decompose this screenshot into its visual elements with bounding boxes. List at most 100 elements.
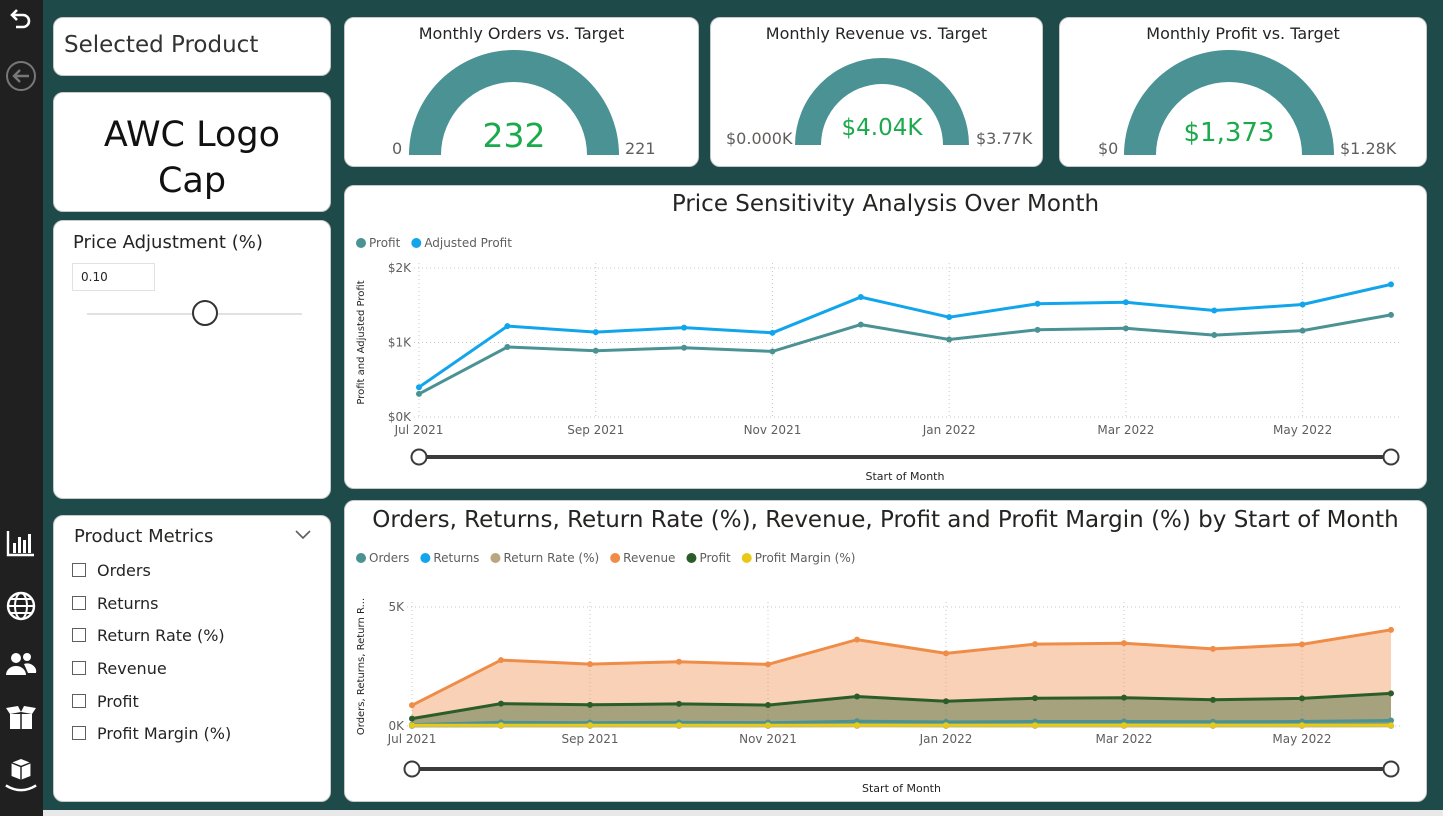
metric-option-orders[interactable]: Orders — [72, 558, 151, 582]
x-tick-label: Jul 2021 — [387, 732, 437, 746]
product-metrics-title: Product Metrics — [74, 526, 214, 547]
data-point — [504, 323, 511, 330]
data-point — [1388, 690, 1394, 697]
undo-icon[interactable] — [4, 2, 38, 36]
data-point — [1121, 722, 1127, 729]
product-metrics-chart: Orders Returns Return Rate (%) Revenue Profi… — [356, 551, 1401, 795]
data-point — [769, 348, 776, 355]
kpi-target: 221 — [625, 139, 656, 158]
data-point — [1121, 694, 1127, 701]
page-tab-strip — [43, 810, 1443, 816]
back-arrow-icon[interactable] — [4, 59, 38, 93]
price-adjustment-slider-thumb[interactable] — [192, 300, 219, 326]
data-point — [587, 661, 593, 668]
data-point — [1299, 327, 1306, 334]
metric-option-label: Returns — [97, 593, 159, 613]
data-point — [587, 701, 593, 708]
legend-marker — [356, 238, 366, 248]
data-point — [1032, 695, 1038, 702]
data-point — [1032, 641, 1038, 648]
range-slider-start-handle — [403, 760, 421, 778]
metric-option-revenue[interactable]: Revenue — [72, 656, 167, 680]
kpi-card-orders: Monthly Orders vs. Target 232 0 221 — [344, 17, 699, 167]
data-point — [1034, 300, 1041, 307]
globe-icon[interactable] — [4, 589, 38, 623]
price-adjustment-input[interactable]: 0.10 — [72, 263, 155, 291]
bar-chart-icon[interactable] — [4, 526, 38, 560]
data-point — [854, 636, 860, 643]
checkbox[interactable] — [72, 661, 86, 675]
legend-marker — [411, 238, 422, 248]
metric-option-label: Profit Margin (%) — [97, 723, 232, 743]
x-tick-label: Jan 2022 — [922, 423, 976, 437]
data-point — [1210, 722, 1216, 729]
checkbox[interactable] — [72, 563, 86, 577]
y-tick-label: 0K — [388, 719, 405, 733]
data-point — [857, 321, 864, 328]
metric-option-label: Profit — [97, 691, 139, 711]
data-point — [857, 294, 864, 301]
data-point — [943, 698, 949, 705]
product-metrics-card: Product Metrics Orders Returns Return Ra… — [53, 515, 331, 802]
x-tick-label: Sep 2021 — [567, 423, 624, 437]
kpi-min: $0 — [1098, 139, 1119, 158]
metric-option-returns[interactable]: Returns — [72, 591, 158, 615]
price-adjustment-card: Price Adjustment (%) 0.10 — [53, 220, 331, 499]
legend-label: Profit Margin (%) — [755, 551, 856, 565]
product-name-card: AWC Logo Cap — [53, 92, 331, 212]
data-point — [1388, 281, 1394, 288]
data-point — [1121, 640, 1127, 647]
data-point — [946, 336, 953, 343]
selected-product-title: Selected Product — [64, 32, 259, 58]
y-tick-label: 5K — [388, 600, 405, 614]
x-tick-label: Jan 2022 — [919, 732, 973, 746]
data-point — [681, 344, 688, 351]
data-point — [498, 657, 504, 664]
data-point — [409, 722, 415, 729]
range-slider-end-handle — [1382, 448, 1400, 466]
data-point — [416, 384, 422, 391]
metric-option-label: Revenue — [97, 658, 167, 678]
legend-marker — [356, 553, 366, 563]
data-point — [1388, 626, 1394, 633]
data-point — [587, 722, 593, 729]
data-point — [1299, 641, 1305, 648]
checkbox[interactable] — [72, 726, 86, 740]
boxes-stack-icon[interactable] — [4, 756, 38, 796]
checkbox[interactable] — [72, 596, 86, 610]
checkbox[interactable] — [72, 628, 86, 642]
y-axis-label: Orders, Returns, Return R... — [356, 598, 367, 735]
kpi-target: $1.28K — [1340, 139, 1397, 158]
product-name-line1: AWC Logo — [103, 115, 281, 155]
x-axis-label: Start of Month — [862, 782, 941, 795]
metric-option-profit[interactable]: Profit — [72, 689, 139, 713]
users-icon[interactable] — [4, 646, 38, 680]
checkbox[interactable] — [72, 694, 86, 708]
series-line — [418, 282, 1392, 389]
product-metrics-chart-card: Orders, Returns, Return Rate (%), Revenu… — [344, 500, 1427, 802]
metric-option-return-rate[interactable]: Return Rate (%) — [72, 623, 225, 647]
price-sensitivity-chart: Profit Adjusted Profit $0K $1K $2K Jul 2021 Se… — [356, 236, 1401, 483]
data-point — [765, 702, 771, 709]
data-point — [416, 390, 422, 397]
open-box-icon[interactable] — [4, 700, 38, 734]
data-point — [769, 329, 776, 336]
data-point — [676, 722, 682, 729]
data-point — [498, 722, 504, 729]
data-point — [409, 715, 415, 722]
data-point — [1122, 299, 1129, 306]
data-point — [592, 347, 599, 354]
metric-option-profit-margin[interactable]: Profit Margin (%) — [72, 721, 231, 745]
data-point — [765, 661, 771, 668]
legend-marker — [741, 553, 752, 563]
x-tick-label: Mar 2022 — [1096, 732, 1153, 746]
chevron-down-icon[interactable] — [294, 526, 312, 545]
legend-label: Profit — [369, 236, 401, 250]
range-slider-start-handle — [410, 448, 428, 466]
metric-option-label: Orders — [97, 560, 151, 580]
price-sensitivity-chart-card: Price Sensitivity Analysis Over Month Pr… — [344, 185, 1427, 489]
range-slider-end-handle — [1382, 760, 1400, 778]
x-tick-label: May 2022 — [1272, 732, 1331, 746]
data-point — [1388, 722, 1394, 729]
legend-label: Revenue — [623, 551, 675, 565]
